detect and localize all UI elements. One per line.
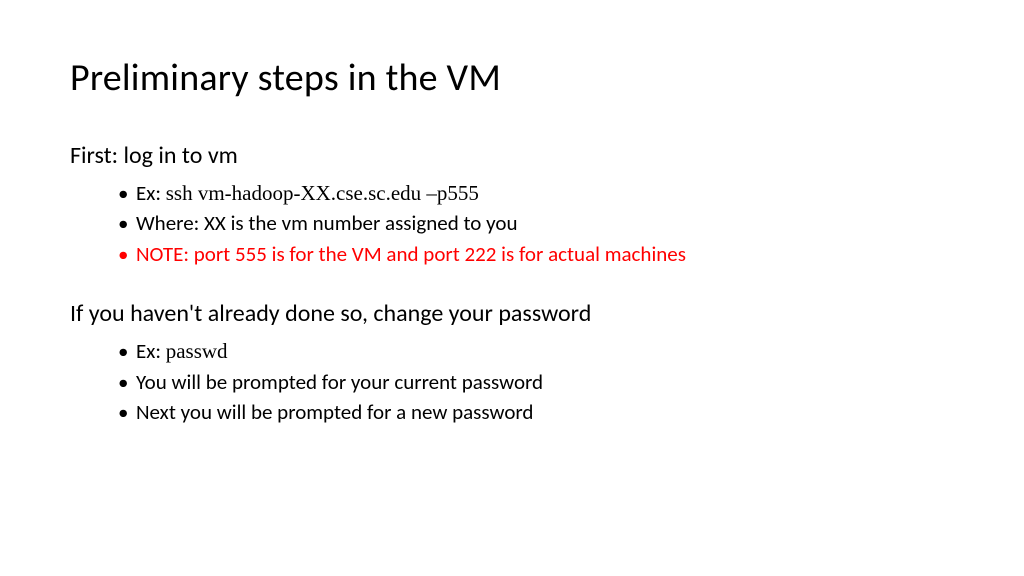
code-text: passwd bbox=[166, 339, 228, 363]
slide-title: Preliminary steps in the VM bbox=[70, 55, 954, 101]
code-text: ssh vm-hadoop-XX.cse.sc.edu –p555 bbox=[166, 181, 479, 205]
section-password: If you haven't already done so, change y… bbox=[70, 299, 954, 427]
list-item: Ex: passwd bbox=[118, 336, 954, 366]
bullet-list-login: Ex: ssh vm-hadoop-XX.cse.sc.edu –p555 Wh… bbox=[118, 178, 954, 269]
list-item-note: NOTE: port 555 is for the VM and port 22… bbox=[118, 239, 954, 269]
section-heading-password: If you haven't already done so, change y… bbox=[70, 299, 954, 328]
list-item: Next you will be prompted for a new pass… bbox=[118, 397, 954, 427]
bullet-prefix: Ex: bbox=[136, 338, 166, 364]
list-item: Ex: ssh vm-hadoop-XX.cse.sc.edu –p555 bbox=[118, 178, 954, 208]
bullet-prefix: Ex: bbox=[136, 180, 166, 206]
list-item: You will be prompted for your current pa… bbox=[118, 367, 954, 397]
section-login: First: log in to vm Ex: ssh vm-hadoop-XX… bbox=[70, 141, 954, 269]
bullet-list-password: Ex: passwd You will be prompted for your… bbox=[118, 336, 954, 427]
list-item: Where: XX is the vm number assigned to y… bbox=[118, 208, 954, 238]
section-heading-login: First: log in to vm bbox=[70, 141, 954, 170]
